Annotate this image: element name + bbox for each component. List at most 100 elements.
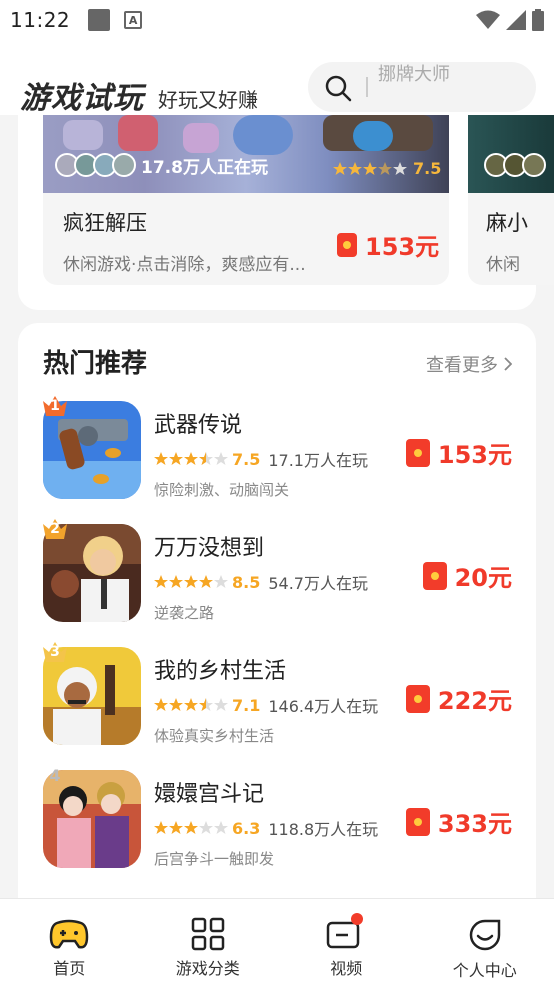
banner-art [63,120,103,150]
tab-label: 视频 [330,959,363,978]
rating-value: 6.3 [232,818,261,838]
featured-title: 疯狂解压 [63,211,147,235]
featured-title: 麻小 [486,211,528,235]
banner-art [233,115,293,155]
red-packet-icon [337,232,357,257]
chevron-right-icon [504,357,512,371]
game-desc: 后宫争斗一触即发 [154,850,275,868]
featured-card[interactable]: 17.8万人正在玩 7.5 疯狂解压 休闲游戏·点击消除，爽感应有... 153… [43,115,449,285]
avatar [522,153,546,177]
game-name: 嬛嬛宫斗记 [154,782,265,807]
game-row[interactable]: 2 万万没想到 8.5 54.7万人在玩 逆袭之路 20元 [18,519,536,634]
player-avatars [484,153,546,177]
featured-card-2[interactable]: 麻小 休闲 [468,115,554,285]
red-packet-icon [405,807,430,836]
price-value: 333元 [437,810,512,838]
section-title: 热门推荐 [43,349,148,379]
player-avatars [55,153,136,177]
rank-badge: 4 [42,764,68,786]
featured-banner-2 [468,115,554,193]
red-packet-icon [422,561,447,590]
signal-icon [506,10,526,30]
tab-label: 游戏分类 [175,959,240,978]
featured-banner: 17.8万人正在玩 7.5 [43,115,449,193]
featured-price: 153元 [337,227,439,262]
notification-dot [351,913,363,925]
hot-section: 热门推荐 查看更多 1 武器传说 7.5 17.1万人在玩 惊险刺激、动脑闯关 … [18,323,536,923]
page-title: 游戏试玩 [20,81,144,116]
game-desc: 惊险刺激、动脑闯关 [154,481,290,499]
game-desc: 逆袭之路 [154,604,215,622]
see-more-label: 查看更多 [426,355,498,376]
player-count: 118.8万人在玩 [268,820,379,839]
game-price: 333元 [405,804,512,839]
rank-number: 2 [50,521,60,537]
game-name: 我的乡村生活 [154,659,287,684]
tab-video[interactable]: 视频 [277,899,416,985]
rating-value: 7.5 [232,449,261,469]
banner-art [118,115,158,151]
search-placeholder: 挪牌大师 [378,64,450,85]
gamepad-icon [49,919,89,949]
player-count: 54.7万人在玩 [268,574,368,593]
status-bar: 11:22 A [0,0,554,40]
search-icon [325,75,352,102]
banner-art [183,123,219,153]
rating-value: 7.1 [232,695,261,715]
rank-number: 3 [50,644,60,660]
smile-icon [469,919,500,951]
tab-home[interactable]: 首页 [0,899,139,985]
stars-icon [154,821,228,834]
playing-count: 17.8万人正在玩 [141,158,268,178]
featured-desc: 休闲游戏·点击消除，爽感应有... [63,255,306,275]
game-desc: 体验真实乡村生活 [154,727,275,745]
search-divider [366,77,368,97]
rank-badge: 3 [42,641,68,663]
game-row[interactable]: 4 嬛嬛宫斗记 6.3 118.8万人在玩 后宫争斗一触即发 333元 [18,766,536,880]
see-more-link[interactable]: 查看更多 [426,351,512,377]
banner-art [353,121,393,151]
stars-icon [154,575,228,588]
rank-badge: 2 [42,518,68,540]
stars-icon [154,452,228,465]
game-meta: 6.3 118.8万人在玩 [154,816,378,840]
player-count: 146.4万人在玩 [268,697,379,716]
rating-value: 7.5 [413,159,442,178]
notification-icon [88,9,111,31]
battery-icon [532,9,544,31]
game-row[interactable]: 1 武器传说 7.5 17.1万人在玩 惊险刺激、动脑闯关 153元 [18,396,536,511]
price-value: 222元 [437,687,512,715]
stars-icon [333,161,407,175]
player-count: 17.1万人在玩 [268,451,368,470]
game-meta: 8.5 54.7万人在玩 [154,570,368,594]
game-meta: 7.5 17.1万人在玩 [154,447,368,471]
rank-badge: 1 [42,395,68,417]
red-packet-icon [405,438,430,467]
game-name: 武器传说 [154,413,243,438]
featured-desc: 休闲 [486,255,520,275]
tab-label: 个人中心 [452,961,517,980]
search-input[interactable]: 挪牌大师 [308,62,536,112]
rank-number: 1 [50,398,60,414]
rank-number: 4 [49,765,61,785]
game-price: 153元 [405,435,512,470]
avatar [112,153,136,177]
game-name: 万万没想到 [154,536,265,561]
grid-icon [191,917,224,951]
rating-value: 8.5 [232,572,261,592]
wifi-icon [476,10,500,29]
game-meta: 7.1 146.4万人在玩 [154,693,378,717]
game-price: 20元 [422,558,512,593]
price-value: 153元 [365,233,440,261]
bottom-tab-bar: 首页 游戏分类 视频 个人中心 [0,898,554,985]
tab-categories[interactable]: 游戏分类 [139,899,278,985]
tab-label: 首页 [53,959,86,978]
stars-icon [154,698,228,711]
status-time: 11:22 [10,8,71,32]
price-value: 20元 [454,564,512,592]
app-header: 游戏试玩 好玩又好赚 挪牌大师 [0,40,554,116]
page-subtitle: 好玩又好赚 [158,88,258,112]
game-row[interactable]: 3 我的乡村生活 7.1 146.4万人在玩 体验真实乡村生活 222元 [18,642,536,757]
tab-profile[interactable]: 个人中心 [416,899,554,985]
app-notification-icon: A [124,11,143,29]
